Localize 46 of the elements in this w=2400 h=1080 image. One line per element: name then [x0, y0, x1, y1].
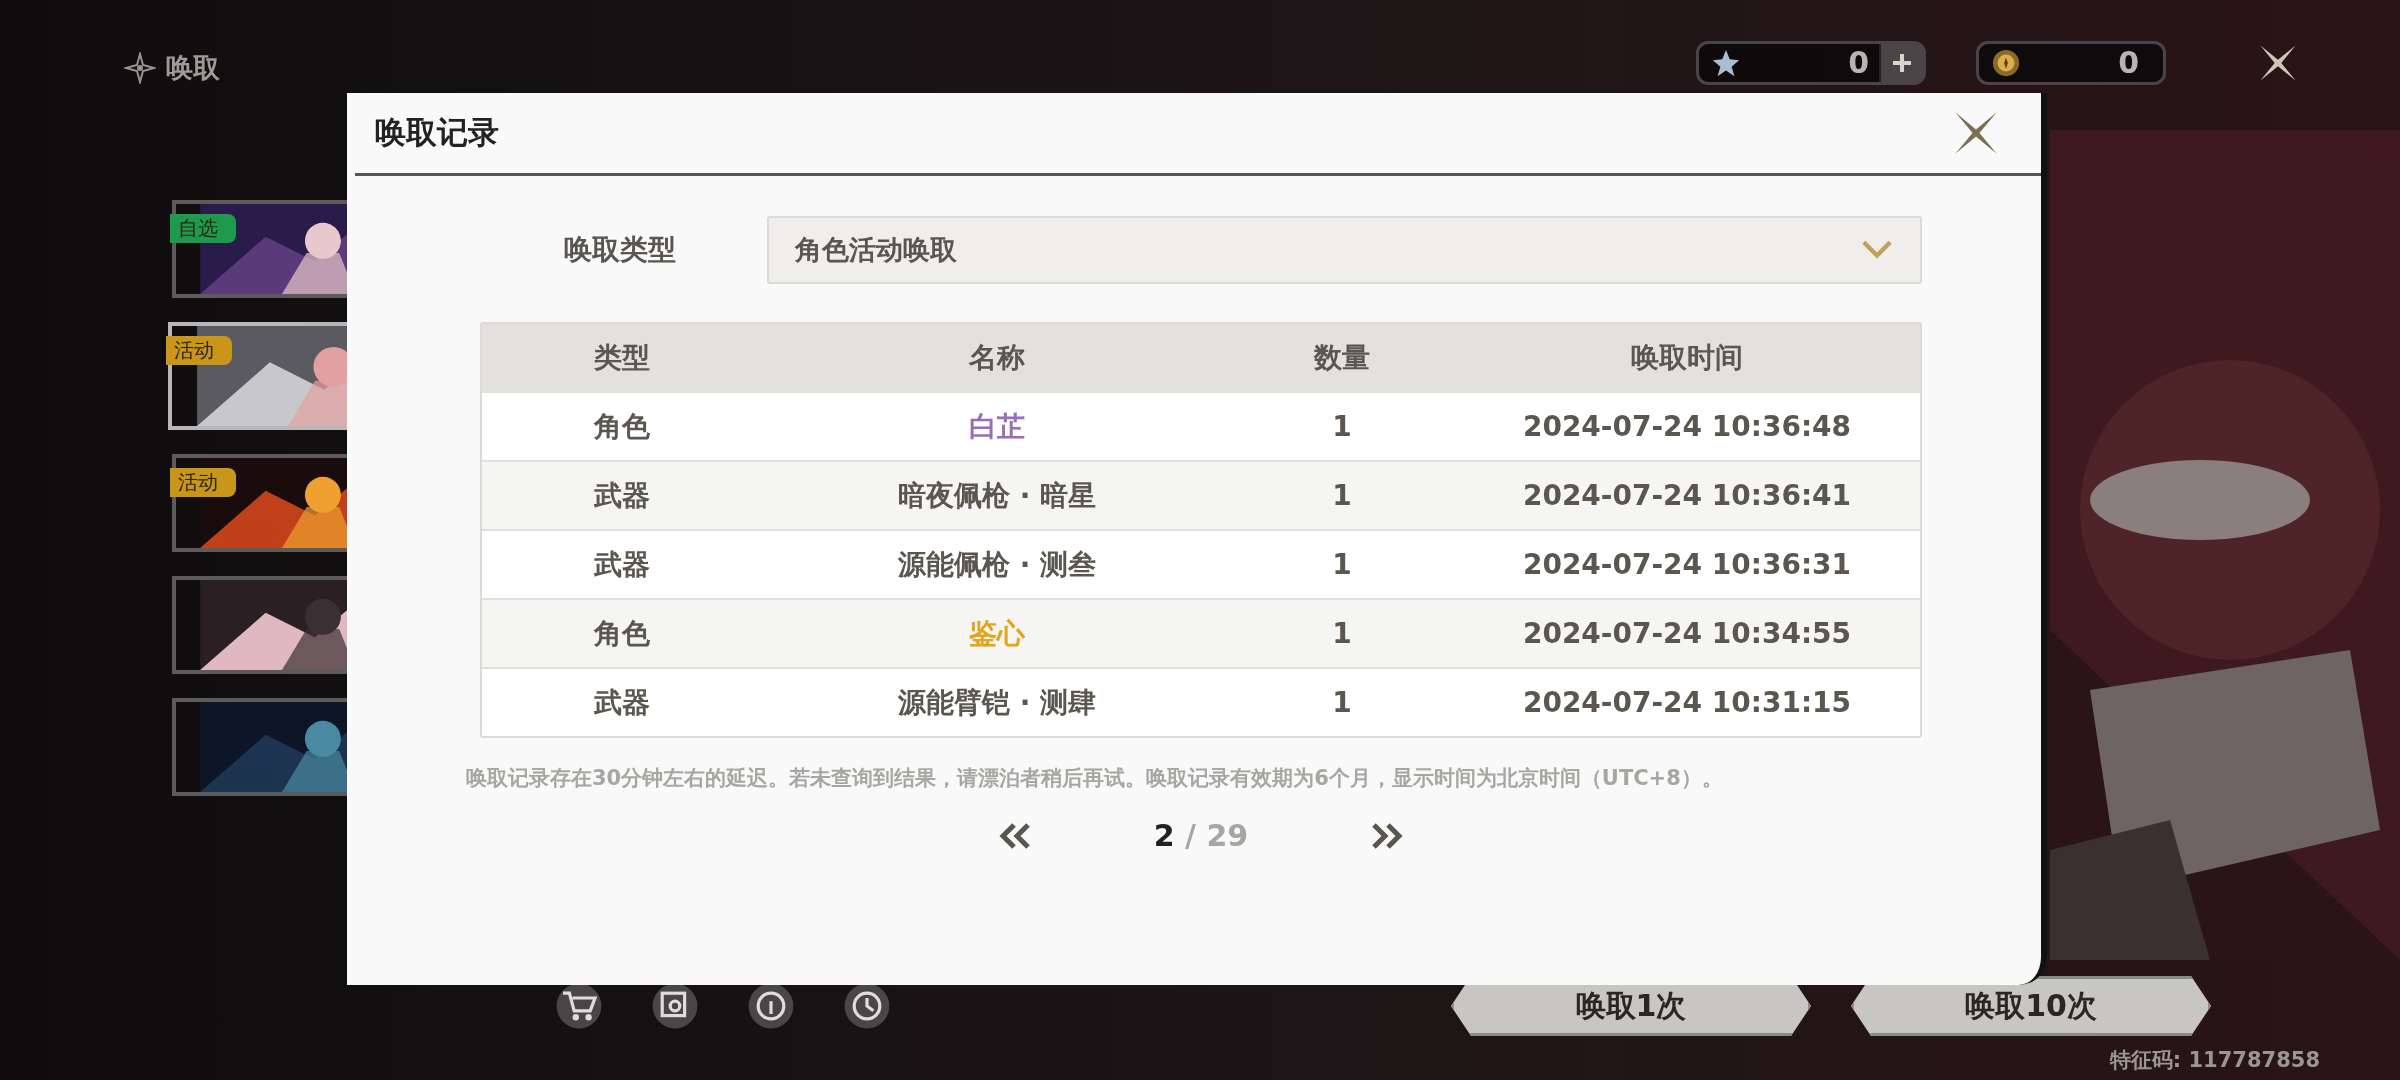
column-header: 名称 [968, 339, 1026, 376]
table-cell-text: 2024-07-24 10:36:31 [1521, 548, 1853, 581]
table-cell-text: 鉴心 [968, 615, 1026, 652]
table-cell-text: 2024-07-24 10:36:41 [1521, 479, 1853, 512]
currency-amount: 0 [2118, 45, 2140, 80]
table-cell-text: 武器 [593, 684, 651, 721]
table-cell-text: 武器 [593, 477, 651, 514]
add-button[interactable] [1879, 43, 1923, 82]
chevron-down-icon [1860, 239, 1894, 261]
table-cell-text: 武器 [593, 546, 651, 583]
table-cell-text: 1 [1331, 479, 1353, 512]
column-header: 类型 [593, 339, 651, 376]
banner-tag: 自选 [170, 214, 236, 243]
column-header: 唤取时间 [1630, 339, 1744, 376]
table-cell-text: 2024-07-24 10:36:48 [1521, 410, 1853, 443]
table-cell-text: 1 [1331, 686, 1353, 719]
page-title: 唤取 [166, 51, 220, 85]
page-total: / 29 [1185, 818, 1249, 853]
table-cell-text: 暗夜佩枪 · 暗星 [896, 477, 1098, 514]
table-cell-text: 2024-07-24 10:34:55 [1521, 617, 1853, 650]
table-cell-text: 2024-07-24 10:31:15 [1521, 686, 1853, 719]
draw-button[interactable]: 唤取10次 [1851, 976, 2211, 1036]
table-cell-text: 1 [1331, 548, 1353, 581]
currency-amount: 0 [1848, 45, 1870, 80]
feature-code: 特征码: 117787858 [2109, 1047, 2320, 1074]
current-page: 2 [1153, 818, 1175, 853]
table-cell-text: 源能佩枪 · 测叁 [896, 546, 1098, 583]
clock-icon[interactable] [843, 982, 891, 1030]
info-icon[interactable] [747, 982, 795, 1030]
banner-tag: 活动 [166, 336, 232, 365]
table-cell-text: 1 [1331, 410, 1353, 443]
banner-tag: 活动 [170, 468, 236, 497]
table-cell-text: 1 [1331, 617, 1353, 650]
compass-star-icon [124, 52, 156, 84]
table-cell-text: 源能臂铠 · 测肆 [896, 684, 1098, 721]
dialog-title: 唤取记录 [375, 113, 499, 152]
type-dropdown[interactable]: 角色活动唤取 [767, 216, 1922, 284]
notice-text: 唤取记录存在30分钟左右的延迟。若未查询到结果，请漂泊者稍后再试。唤取记录有效期为6个月，显示时间为北京时间（UTC+8）。 [466, 765, 1724, 792]
coin-icon [1991, 47, 2021, 78]
table-cell-text: 白芷 [968, 408, 1026, 445]
table-cell-text: 角色 [592, 408, 651, 445]
cart-icon[interactable] [555, 982, 603, 1030]
filter-label: 唤取类型 [563, 232, 677, 268]
table-cell-text: 角色 [592, 615, 651, 652]
column-header: 数量 [1312, 339, 1371, 376]
close-icon[interactable] [1953, 110, 1999, 156]
